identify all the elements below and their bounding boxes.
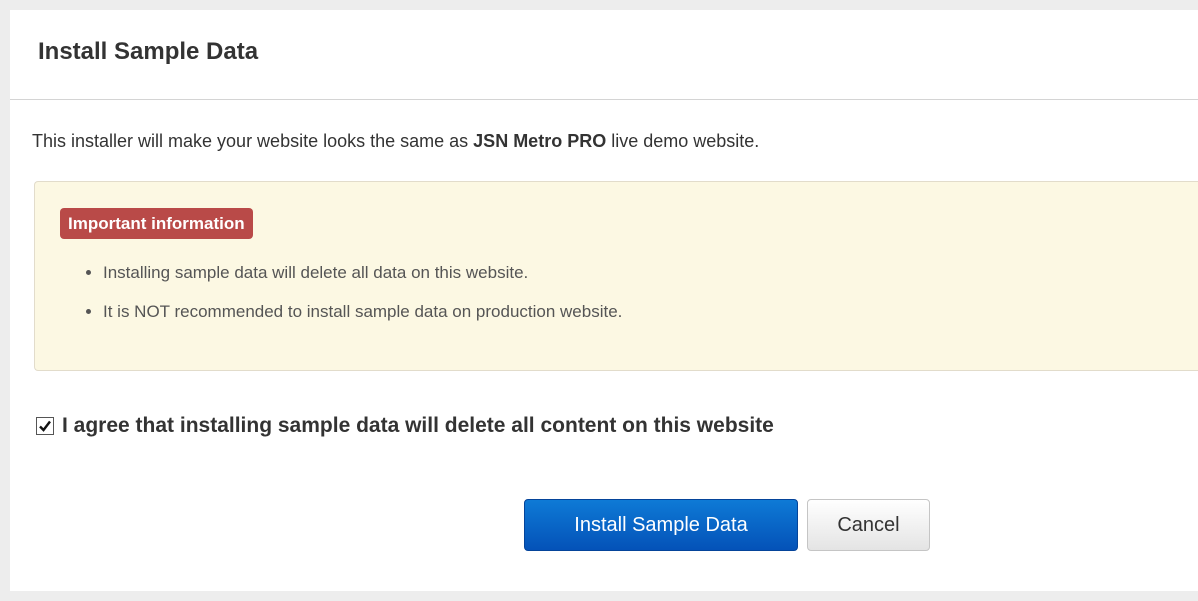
intro-text-start: This installer will make your website lo…	[32, 131, 474, 151]
install-sample-data-dialog: Install Sample Data This installer will …	[10, 10, 1198, 591]
cancel-button[interactable]: Cancel	[807, 499, 930, 551]
warning-list: Installing sample data will delete all d…	[83, 260, 622, 338]
check-icon	[39, 420, 51, 432]
important-info-badge: Important information	[60, 208, 253, 239]
agreement-row[interactable]: I agree that installing sample data will…	[36, 414, 774, 438]
intro-text: This installer will make your website lo…	[32, 132, 759, 150]
agree-checkbox[interactable]	[36, 417, 54, 435]
dialog-header: Install Sample Data	[10, 10, 1198, 100]
dialog-title: Install Sample Data	[38, 38, 259, 65]
intro-text-end: live demo website.	[606, 131, 760, 151]
install-sample-data-button[interactable]: Install Sample Data	[524, 499, 798, 551]
important-info-alert: Important information Installing sample …	[34, 181, 1198, 371]
warning-item: It is NOT recommended to install sample …	[103, 299, 622, 338]
agree-label[interactable]: I agree that installing sample data will…	[62, 414, 774, 438]
product-name: JSN Metro PRO	[473, 131, 607, 151]
warning-item: Installing sample data will delete all d…	[103, 260, 622, 299]
